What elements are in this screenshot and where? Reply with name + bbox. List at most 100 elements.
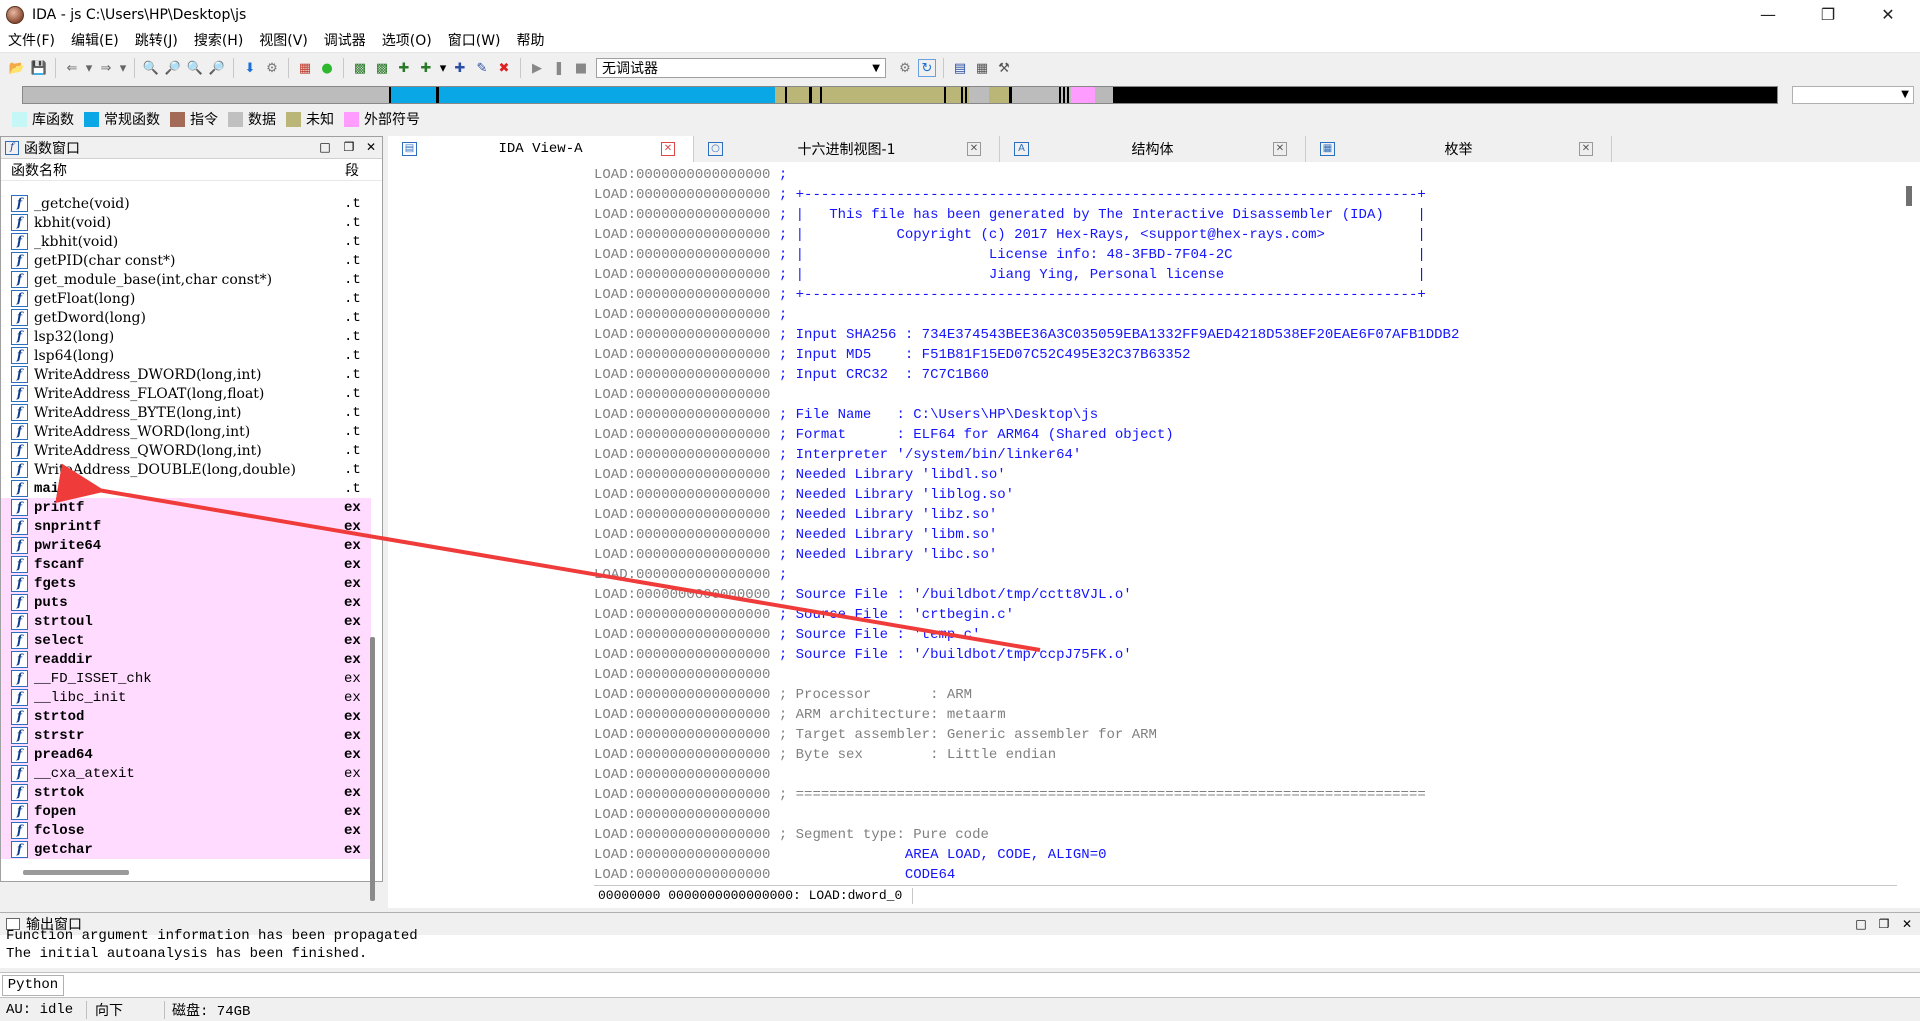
navigation-band[interactable]: ▼ [0, 83, 1920, 107]
function-row[interactable]: f _getche(void) .t [1, 194, 371, 213]
function-row[interactable]: f snprintf ex [1, 517, 371, 536]
attach-process-icon[interactable]: ↻ [918, 59, 936, 77]
tools-icon[interactable]: ⚒ [995, 59, 1013, 77]
function-row[interactable]: f getDword(long) .t [1, 308, 371, 327]
navigation-strip[interactable] [22, 86, 1778, 104]
disasm-line[interactable]: LOAD:0000000000000000 [594, 385, 1884, 405]
struct-dropdown-icon[interactable]: ▾ [439, 59, 447, 77]
forward-icon[interactable]: ⇒ [97, 59, 115, 77]
tab-3[interactable]: ▦ 枚举 ✕ [1306, 136, 1612, 162]
disasm-line[interactable]: LOAD:0000000000000000 [594, 805, 1884, 825]
disasm-line[interactable]: LOAD:0000000000000000 [594, 665, 1884, 685]
add-struct-icon[interactable]: ✚ [417, 59, 435, 77]
function-row[interactable]: f strtok ex [1, 783, 371, 802]
disasm-line[interactable]: LOAD:0000000000000000 ; Source File : 'c… [594, 605, 1884, 625]
function-row[interactable]: f _kbhit(void) .t [1, 232, 371, 251]
tab-close-button[interactable]: ✕ [1579, 142, 1593, 156]
function-row[interactable]: f pwrite64 ex [1, 536, 371, 555]
disasm-line[interactable]: LOAD:0000000000000000 ; Input SHA256 : 7… [594, 325, 1884, 345]
menu-item-7[interactable]: 窗口(W) [440, 29, 509, 53]
disasm-line[interactable]: LOAD:0000000000000000 ; Processor : ARM [594, 685, 1884, 705]
function-row[interactable]: f strtoul ex [1, 612, 371, 631]
disasm-line[interactable]: LOAD:0000000000000000 ; +---------------… [594, 185, 1884, 205]
disasm-line[interactable]: LOAD:0000000000000000 ; [594, 565, 1884, 585]
run-analysis-icon[interactable]: ● [318, 59, 336, 77]
function-row[interactable]: f lsp64(long) .t [1, 346, 371, 365]
create-function-icon[interactable]: ▩ [351, 59, 369, 77]
forward-dropdown-icon[interactable]: ▾ [119, 59, 127, 77]
disasm-line[interactable]: LOAD:0000000000000000 ; Needed Library '… [594, 485, 1884, 505]
disasm-line[interactable]: LOAD:0000000000000000 ; Source File : 't… [594, 625, 1884, 645]
function-row[interactable]: f fgets ex [1, 574, 371, 593]
panel-restore-button[interactable]: ❐ [341, 139, 357, 155]
ida-view-a[interactable]: LOAD:0000000000000000 ; LOAD:000000000000… [388, 162, 1920, 908]
disasm-line[interactable]: LOAD:0000000000000000 ; Format : ELF64 f… [594, 425, 1884, 445]
function-row[interactable]: f fopen ex [1, 802, 371, 821]
cross-ref-icon[interactable]: ⚙ [263, 59, 281, 77]
menu-item-4[interactable]: 视图(V) [251, 29, 316, 53]
function-row[interactable]: f strtod ex [1, 707, 371, 726]
menu-item-5[interactable]: 调试器 [316, 29, 374, 53]
navigation-dropdown[interactable]: ▼ [1792, 86, 1914, 104]
tab-close-button[interactable]: ✕ [661, 142, 675, 156]
disasm-line[interactable]: LOAD:0000000000000000 ; +---------------… [594, 285, 1884, 305]
disasm-line[interactable]: LOAD:0000000000000000 ; Needed Library '… [594, 505, 1884, 525]
column-segment[interactable]: 段 [345, 160, 359, 180]
disasm-line[interactable]: LOAD:0000000000000000 ; File Name : C:\U… [594, 405, 1884, 425]
function-row[interactable]: f strstr ex [1, 726, 371, 745]
function-row[interactable]: f WriteAddress_DWORD(long,int) .t [1, 365, 371, 384]
python-button[interactable]: Python [2, 975, 64, 996]
debugger-select[interactable]: 无调试器 ▼ [596, 58, 886, 78]
disasm-line[interactable]: LOAD:0000000000000000 ; Byte sex : Littl… [594, 745, 1884, 765]
disasm-line[interactable]: LOAD:0000000000000000 ; Source File : '/… [594, 645, 1884, 665]
function-row[interactable]: f printf ex [1, 498, 371, 517]
menu-item-0[interactable]: 文件(F) [0, 29, 63, 53]
function-row[interactable]: f __libc_init ex [1, 688, 371, 707]
menu-item-6[interactable]: 选项(O) [374, 29, 440, 53]
minimize-button[interactable]: — [1739, 0, 1797, 29]
tab-close-button[interactable]: ✕ [1273, 142, 1287, 156]
functions-vertical-scrollbar[interactable] [370, 637, 375, 901]
function-row[interactable]: f WriteAddress_WORD(long,int) .t [1, 422, 371, 441]
function-row[interactable]: f lsp32(long) .t [1, 327, 371, 346]
disasm-line[interactable]: LOAD:0000000000000000 ; Needed Library '… [594, 465, 1884, 485]
breakpoint-list-icon[interactable]: ▤ [951, 59, 969, 77]
function-row[interactable]: f WriteAddress_BYTE(long,int) .t [1, 403, 371, 422]
maximize-button[interactable]: ❐ [1799, 0, 1857, 29]
menu-item-8[interactable]: 帮助 [509, 29, 553, 53]
column-function-name[interactable]: 函数名称 [11, 160, 67, 180]
menu-item-3[interactable]: 搜索(H) [186, 29, 251, 53]
disasm-line[interactable]: LOAD:0000000000000000 ; | Copyright (c) … [594, 225, 1884, 245]
function-row[interactable]: f getchar ex [1, 840, 371, 859]
close-button[interactable]: ✕ [1859, 0, 1917, 29]
search-immediate-icon[interactable]: 🔍 [186, 59, 204, 77]
disasm-line[interactable]: LOAD:0000000000000000 ; ARM architecture… [594, 705, 1884, 725]
disassembly-vertical-scrollbar[interactable] [1906, 186, 1912, 206]
function-row[interactable]: f WriteAddress_QWORD(long,int) .t [1, 441, 371, 460]
back-icon[interactable]: ⇐ [63, 59, 81, 77]
delete-icon[interactable]: ✖ [495, 59, 513, 77]
menu-item-1[interactable]: 编辑(E) [63, 29, 127, 53]
menu-item-2[interactable]: 跳转(J) [127, 29, 186, 53]
functions-horizontal-scrollbar[interactable] [23, 870, 129, 875]
disasm-line[interactable]: LOAD:0000000000000000 ; Needed Library '… [594, 545, 1884, 565]
graph-view-icon[interactable]: ▩ [373, 59, 391, 77]
disasm-line[interactable]: LOAD:0000000000000000 ; Interpreter '/sy… [594, 445, 1884, 465]
save-icon[interactable]: 💾 [30, 59, 48, 77]
pause-debug-icon[interactable]: ❚ [550, 59, 568, 77]
disasm-line[interactable]: LOAD:0000000000000000 [594, 765, 1884, 785]
function-row[interactable]: f WriteAddress_DOUBLE(long,double) .t [1, 460, 371, 479]
function-row[interactable]: f WriteAddress_FLOAT(long,float) .t [1, 384, 371, 403]
function-row[interactable]: f __cxa_atexit ex [1, 764, 371, 783]
disasm-line[interactable]: LOAD:0000000000000000 ; [594, 165, 1884, 185]
add-enum-icon[interactable]: ✚ [451, 59, 469, 77]
open-file-icon[interactable]: 📂 [8, 59, 26, 77]
function-row[interactable]: f __FD_ISSET_chk ex [1, 669, 371, 688]
disasm-line[interactable]: LOAD:0000000000000000 ; Target assembler… [594, 725, 1884, 745]
patch-icon[interactable]: ✎ [473, 59, 491, 77]
disassembly-listing[interactable]: LOAD:0000000000000000 ; LOAD:000000000000… [594, 165, 1884, 885]
function-row[interactable]: f fclose ex [1, 821, 371, 840]
function-row[interactable]: f main .t [1, 479, 371, 498]
trace-icon[interactable]: ▦ [973, 59, 991, 77]
function-row[interactable]: f get_module_base(int,char const*) .t [1, 270, 371, 289]
